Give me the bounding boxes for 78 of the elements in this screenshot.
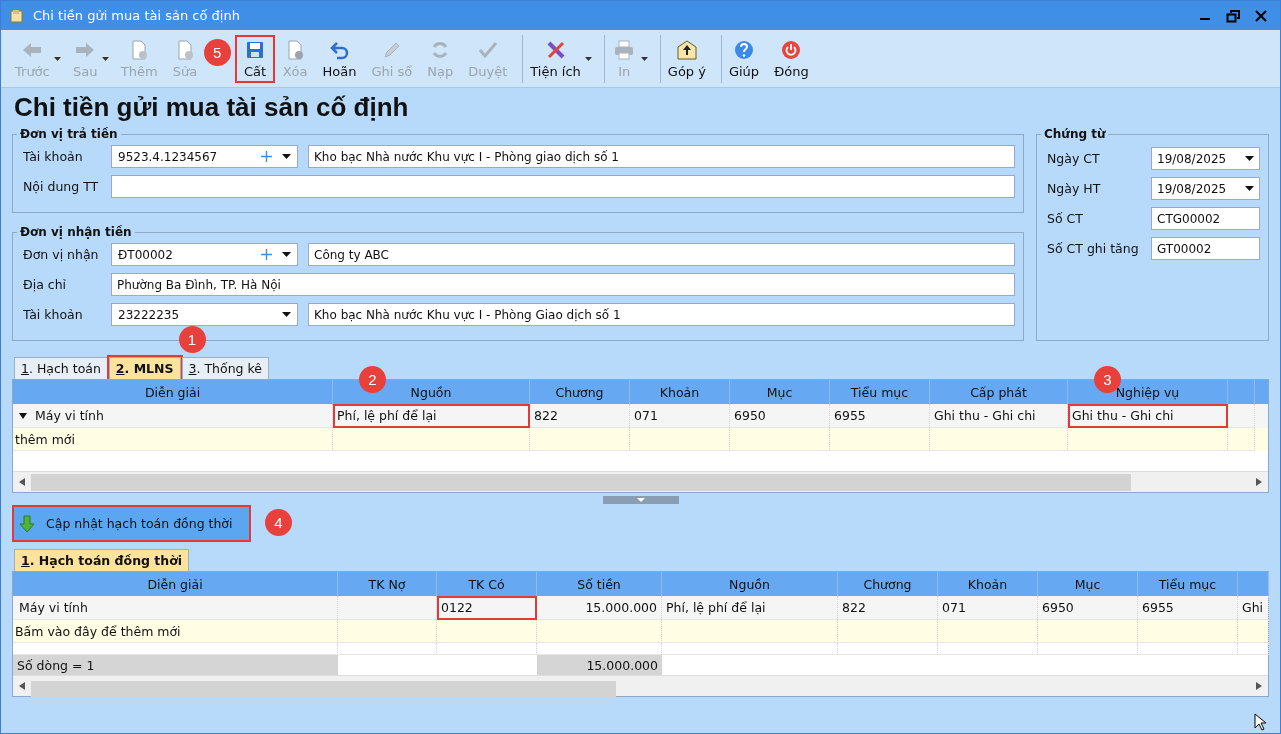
add-icon[interactable] <box>261 249 272 260</box>
dropdown-caret-icon[interactable] <box>1245 186 1254 191</box>
callout-number: 1 <box>178 326 206 353</box>
scroll-right-icon[interactable] <box>1256 682 1262 690</box>
dropdown-caret-icon[interactable] <box>282 312 291 317</box>
table-cell: Phí, lệ phí để lại <box>333 404 530 428</box>
tab[interactable]: 1. Hạch toán đồng thời <box>14 549 190 571</box>
name-field[interactable]: Kho bạc Nhà nước Khu vực I - Phòng Giao dịch số 1 <box>308 303 1015 326</box>
field-label: Đơn vị nhận <box>23 247 100 262</box>
scroll-right-icon[interactable] <box>1256 478 1262 486</box>
text-field[interactable] <box>111 175 1015 198</box>
field-label: Nội dung TT <box>23 179 100 194</box>
toolbar-button[interactable]: Cất <box>234 34 275 83</box>
account-combo[interactable]: 9523.4.1234567 <box>111 145 298 168</box>
field-label: Số CT <box>1047 211 1084 226</box>
date-field[interactable]: 19/08/2025 <box>1151 147 1260 170</box>
scroll-left-icon[interactable] <box>19 478 25 486</box>
power-icon <box>780 38 803 61</box>
dropdown-caret-icon[interactable] <box>101 56 109 61</box>
callout-number: 5 <box>203 38 231 66</box>
toolbar-button[interactable]: Tiện ích <box>522 34 588 83</box>
table-cell <box>1228 428 1255 451</box>
callout-number: 4 <box>265 509 292 536</box>
field-label: Tài khoản <box>23 149 84 164</box>
group-title: Đơn vị trả tiền <box>19 127 119 141</box>
field-label: Ngày HT <box>1047 181 1102 196</box>
current-row-icon <box>19 412 27 419</box>
horizontal-scrollbar[interactable] <box>13 471 1268 492</box>
dropdown-caret-icon[interactable] <box>584 56 592 61</box>
name-field[interactable]: Kho bạc Nhà nước Khu vực I - Phòng giao dịch số 1 <box>308 145 1015 168</box>
table-cell <box>1238 643 1269 655</box>
dropdown-caret-icon[interactable] <box>1245 156 1254 161</box>
text-field[interactable]: Phường Ba Đình, TP. Hà Nội <box>111 273 1015 296</box>
group-title: Chứng từ <box>1043 127 1107 141</box>
window-title: Chi tiền gửi mua tài sản cố định <box>33 8 240 23</box>
dropdown-caret-icon[interactable] <box>640 56 648 61</box>
field-label: Tài khoản <box>23 307 84 322</box>
tab[interactable]: 1. Hạch toán <box>14 357 108 379</box>
close-icon[interactable] <box>1254 8 1268 23</box>
toolbar-button[interactable]: Đóng <box>766 34 816 83</box>
text-field[interactable]: CTG00002 <box>1151 207 1260 230</box>
splitter-handle[interactable] <box>602 496 679 504</box>
field-label: Ngày CT <box>1047 151 1101 166</box>
restore-icon[interactable] <box>1226 8 1240 23</box>
page-heading: Chi tiền gửi mua tài sản cố định <box>14 92 410 123</box>
group-title: Đơn vị nhận tiền <box>19 225 133 239</box>
date-field[interactable]: 19/08/2025 <box>1151 177 1260 200</box>
update-button[interactable]: Cập nhật hạch toán đồng thời <box>12 505 251 542</box>
text-field[interactable]: GT00002 <box>1151 237 1260 260</box>
total-amount: 15.000.000 <box>537 655 662 675</box>
dropdown-caret-icon[interactable] <box>282 154 291 159</box>
account-combo[interactable]: ĐT00002 <box>111 243 298 266</box>
down-arrow-icon <box>18 514 36 533</box>
dropdown-caret-icon[interactable] <box>53 56 61 61</box>
tab[interactable]: 2. MLNS <box>108 357 181 379</box>
app-icon <box>9 7 25 24</box>
table-cell <box>1238 620 1269 643</box>
table-cell: 0122 <box>437 596 537 620</box>
callout-number: 2 <box>359 366 386 393</box>
account-combo[interactable]: 23222235 <box>111 303 298 326</box>
field-label: Số CT ghi tăng <box>1047 241 1140 256</box>
field-label: Địa chỉ <box>23 277 68 292</box>
table-cell: Ghi thu - Ghi chi <box>1068 404 1228 428</box>
scroll-left-icon[interactable] <box>19 682 25 690</box>
printer-icon <box>613 38 636 61</box>
row-count: Số dòng = 1 <box>13 655 338 675</box>
toolbar-button[interactable]: Góp ý <box>659 34 713 83</box>
mouse-pointer-icon <box>1254 713 1266 731</box>
toolbar-button[interactable]: Hoãn <box>314 34 364 83</box>
toolbar-button[interactable]: Giúp <box>720 34 767 83</box>
tab[interactable]: 3. Thống kê <box>181 357 269 379</box>
column-header[interactable]: TK Có <box>437 572 537 596</box>
horizontal-scrollbar[interactable] <box>13 675 1268 696</box>
name-field[interactable]: Công ty ABC <box>308 243 1015 266</box>
dropdown-caret-icon[interactable] <box>282 252 291 257</box>
add-icon[interactable] <box>261 151 272 162</box>
upload-icon <box>675 38 698 61</box>
help-icon <box>733 38 756 61</box>
